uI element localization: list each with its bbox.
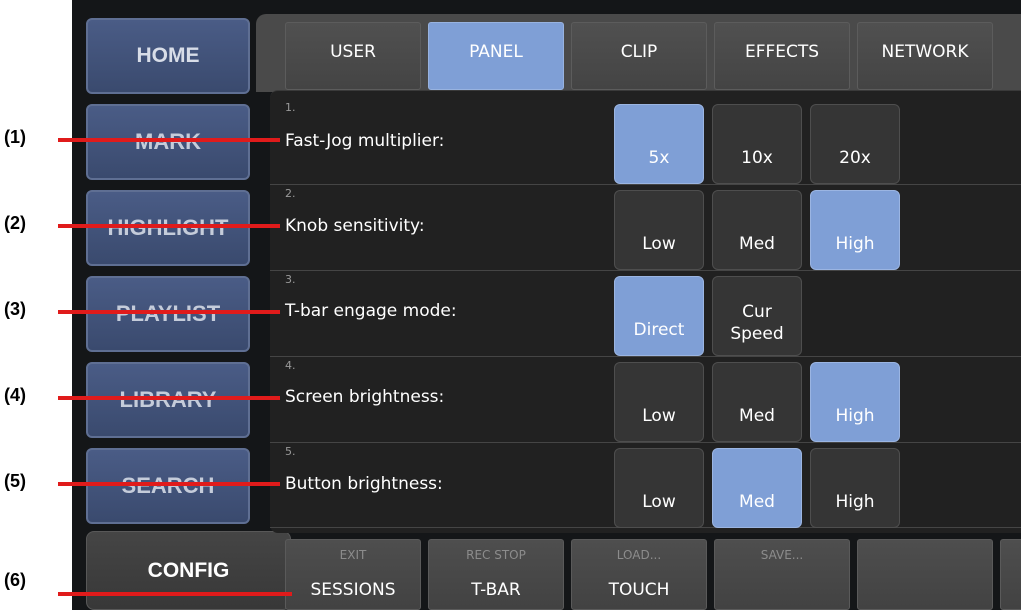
tab-network[interactable]: NETWORK [857,22,993,90]
tbar-cur-speed-button[interactable]: Cur Speed [712,276,802,356]
setting-label-screen-brightness: Screen brightness: [285,387,445,407]
row-divider [270,442,1021,443]
empty-bottom-button[interactable] [857,539,993,610]
touch-label: TOUCH [608,580,670,600]
tab-clip[interactable]: CLIP [571,22,707,90]
callout-label-5: (5) [4,471,26,491]
row-divider [270,270,1021,271]
tbar-button[interactable]: REC STOP T-BAR [428,539,564,610]
setting-label-knob-sensitivity: Knob sensitivity: [285,216,425,236]
button-med-button[interactable]: Med [712,448,802,528]
knob-med-button[interactable]: Med [712,190,802,270]
screen-med-button[interactable]: Med [712,362,802,442]
callout-line-3 [58,310,280,314]
callout-label-2: (2) [4,213,26,233]
touch-secondary-label: LOAD... [616,548,662,562]
sessions-button[interactable]: EXIT SESSIONS [285,539,421,610]
nav-library-button[interactable]: LIBRARY [86,362,250,438]
nav-highlight-button[interactable]: HIGHLIGHT [86,190,250,266]
nav-search-button[interactable]: SEARCH [86,448,250,524]
setting-number: 2. [285,187,296,200]
nav-home-button[interactable]: HOME [86,18,250,94]
screen-low-button[interactable]: Low [614,362,704,442]
sessions-secondary-label: EXIT [339,548,367,562]
knob-high-button[interactable]: High [810,190,900,270]
tbar-label: T-BAR [471,580,521,600]
button-low-button[interactable]: Low [614,448,704,528]
config-screen: HOME MARK HIGHLIGHT PLAYLIST LIBRARY SEA… [72,0,1021,610]
setting-number: 3. [285,273,296,286]
callout-label-1: (1) [4,127,26,147]
setting-number: 5. [285,445,296,458]
save-secondary-label: SAVE... [760,548,804,562]
row-divider [270,356,1021,357]
save-button[interactable]: SAVE... [714,539,850,610]
tab-user[interactable]: USER [285,22,421,90]
row-divider [270,184,1021,185]
callout-label-4: (4) [4,385,26,405]
knob-low-button[interactable]: Low [614,190,704,270]
setting-label-button-brightness: Button brightness: [285,474,443,494]
bottom-edge-button[interactable] [1000,539,1021,610]
tab-effects[interactable]: EFFECTS [714,22,850,90]
callout-line-6 [58,592,292,596]
nav-mark-button[interactable]: MARK [86,104,250,180]
callout-line-1 [58,138,280,142]
sessions-label: SESSIONS [310,580,396,600]
callout-line-4 [58,396,280,400]
tab-panel[interactable]: PANEL [428,22,564,90]
tbar-secondary-label: REC STOP [466,548,526,562]
setting-label-tbar-engage: T-bar engage mode: [285,301,457,321]
setting-label-fast-jog: Fast-Jog multiplier: [285,131,445,151]
callout-line-2 [58,224,280,228]
button-high-button[interactable]: High [810,448,900,528]
fast-jog-5x-button[interactable]: 5x [614,104,704,184]
screen-high-button[interactable]: High [810,362,900,442]
fast-jog-20x-button[interactable]: 20x [810,104,900,184]
fast-jog-10x-button[interactable]: 10x [712,104,802,184]
tbar-direct-button[interactable]: Direct [614,276,704,356]
callout-label-6: (6) [4,570,26,590]
nav-config-button[interactable]: CONFIG [86,531,291,610]
callout-line-5 [58,482,280,486]
setting-number: 1. [285,101,296,114]
setting-number: 4. [285,359,296,372]
touch-button[interactable]: LOAD... TOUCH [571,539,707,610]
nav-playlist-button[interactable]: PLAYLIST [86,276,250,352]
callout-label-3: (3) [4,299,26,319]
